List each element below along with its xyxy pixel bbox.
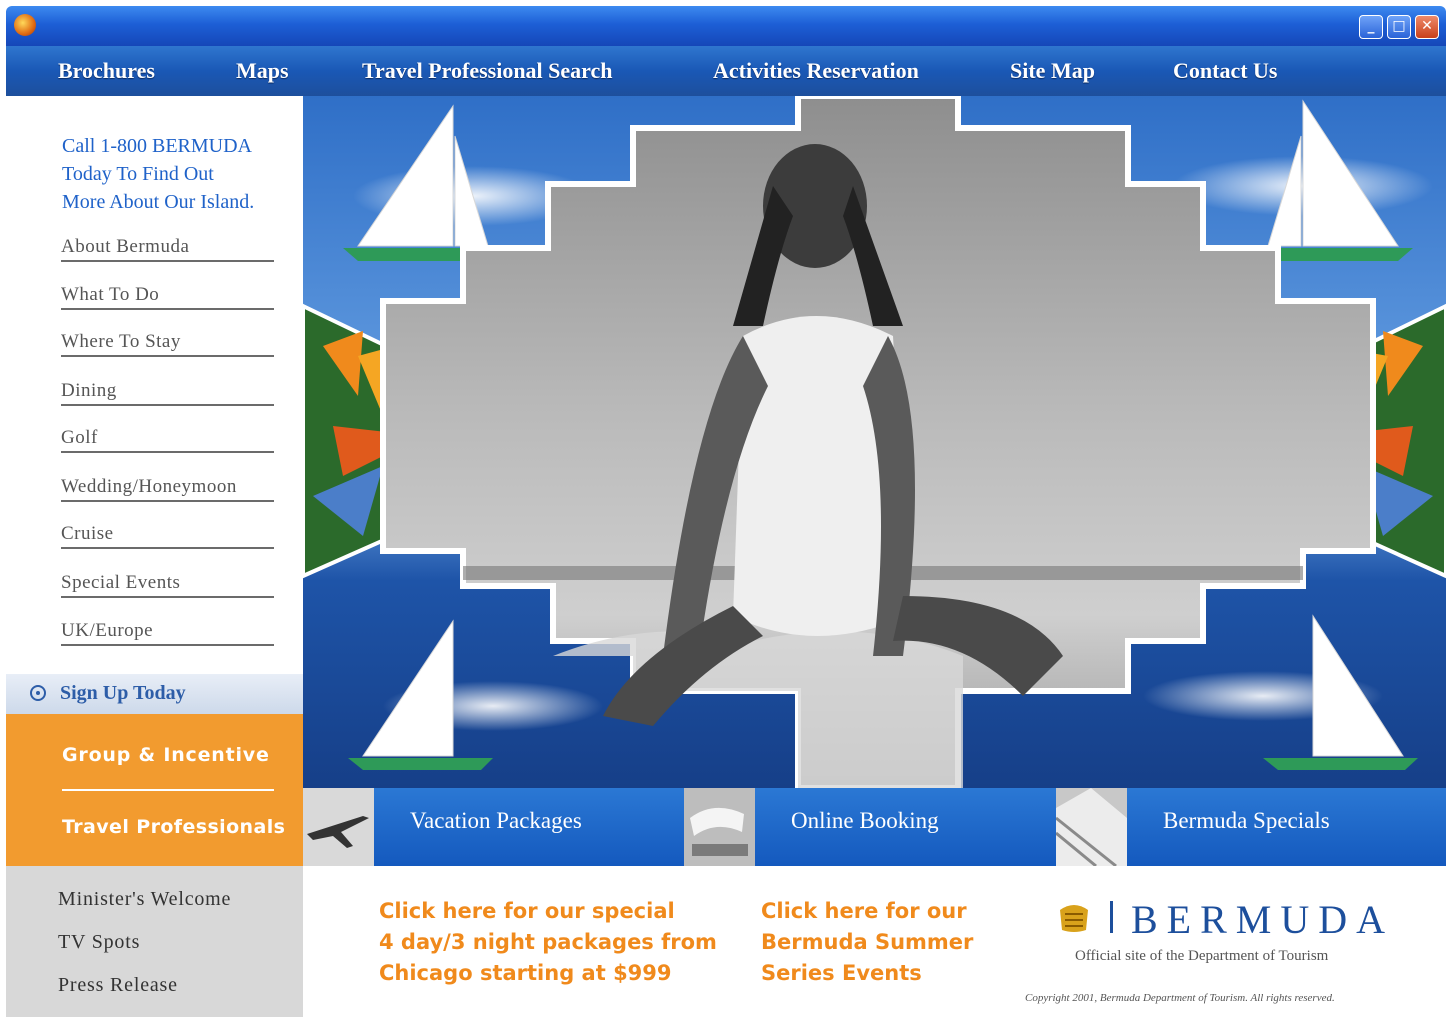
close-button[interactable]: ✕ <box>1415 15 1439 39</box>
sidebar: Call 1-800 BERMUDA Today To Find Out Mor… <box>6 96 303 1017</box>
ministers-welcome-link[interactable]: Minister's Welcome <box>58 888 231 911</box>
bermuda-crest-icon <box>1060 905 1088 932</box>
promo-label: Online Booking <box>791 808 939 833</box>
sidebar-link-what-to-do[interactable]: What To Do <box>61 284 274 310</box>
travel-professionals-link[interactable]: Travel Professionals <box>62 816 285 838</box>
sidebar-link-uk-europe[interactable]: UK/Europe <box>61 620 274 646</box>
bottom-section: Click here for our special 4 day/3 night… <box>303 866 1446 1017</box>
professional-links-panel: Group & Incentive Travel Professionals <box>6 714 303 866</box>
sidebar-link-dining[interactable]: Dining <box>61 380 274 406</box>
group-incentive-link[interactable]: Group & Incentive <box>62 744 270 766</box>
offer-line: Chicago starting at $999 <box>379 961 672 985</box>
browser-app-icon <box>14 14 36 36</box>
promo-bermuda-specials[interactable]: Bermuda Specials <box>1055 788 1446 868</box>
offer-special-packages-link[interactable]: Click here for our special 4 day/3 night… <box>379 896 717 989</box>
minimize-icon: _ <box>1367 18 1375 34</box>
copyright-text: Copyright 2001, Bermuda Department of To… <box>1025 992 1335 1004</box>
keyboard-hand-icon <box>684 788 755 866</box>
promo-bar: Vacation Packages Online Booking Bermuda… <box>303 788 1446 868</box>
cottage-roof-icon <box>1055 788 1127 868</box>
top-nav: Brochures Maps Travel Professional Searc… <box>6 46 1446 96</box>
sidebar-link-about-bermuda[interactable]: About Bermuda <box>61 236 274 262</box>
nav-site-map[interactable]: Site Map <box>1010 58 1095 84</box>
nav-maps[interactable]: Maps <box>236 58 289 84</box>
offer-summer-series-link[interactable]: Click here for our Bermuda Summer Series… <box>761 896 973 989</box>
promo-label: Bermuda Specials <box>1163 808 1330 833</box>
divider <box>62 789 274 791</box>
hero-collage <box>303 96 1446 788</box>
minimize-button[interactable]: _ <box>1359 15 1383 39</box>
nav-travel-professional-search[interactable]: Travel Professional Search <box>362 58 613 84</box>
maximize-button[interactable]: □ <box>1387 15 1411 39</box>
brand-divider <box>1110 901 1113 933</box>
promo-label: Vacation Packages <box>410 808 582 833</box>
offer-line: Series Events <box>761 961 922 985</box>
offer-line: Click here for our special <box>379 899 675 923</box>
tv-spots-link[interactable]: TV Spots <box>58 931 140 954</box>
offer-line: Click here for our <box>761 899 967 923</box>
brand-subtitle: Official site of the Department of Touri… <box>1075 948 1329 964</box>
call-to-action-text: Call 1-800 BERMUDA Today To Find Out Mor… <box>62 132 292 216</box>
call-line: Today To Find Out <box>62 163 214 185</box>
sidebar-link-where-to-stay[interactable]: Where To Stay <box>61 331 274 357</box>
promo-vacation-packages[interactable]: Vacation Packages <box>303 788 684 866</box>
bermuda-logo-text: BERMUDA <box>1131 897 1395 942</box>
press-release-link[interactable]: Press Release <box>58 974 178 997</box>
airplane-icon <box>303 788 374 866</box>
offer-line: 4 day/3 night packages from <box>379 930 717 954</box>
promo-online-booking[interactable]: Online Booking <box>684 788 1056 866</box>
sidebar-link-special-events[interactable]: Special Events <box>61 572 274 598</box>
hero-image <box>303 96 1446 788</box>
offer-line: Bermuda Summer <box>761 930 974 954</box>
sidebar-link-wedding-honeymoon[interactable]: Wedding/Honeymoon <box>61 476 274 502</box>
sign-up-label: Sign Up Today <box>60 682 186 704</box>
nav-brochures[interactable]: Brochures <box>58 58 155 84</box>
maximize-icon: □ <box>1392 18 1406 34</box>
press-links-panel: Minister's Welcome TV Spots Press Releas… <box>6 866 303 1017</box>
call-line: Call 1-800 BERMUDA <box>62 135 252 157</box>
nav-activities-reservation[interactable]: Activities Reservation <box>713 58 919 84</box>
sidebar-link-cruise[interactable]: Cruise <box>61 523 274 549</box>
close-icon: ✕ <box>1421 18 1433 34</box>
window-titlebar: _ □ ✕ <box>6 6 1446 46</box>
nav-contact-us[interactable]: Contact Us <box>1173 58 1278 84</box>
call-line: More About Our Island. <box>62 191 255 213</box>
sidebar-link-golf[interactable]: Golf <box>61 427 274 453</box>
sign-up-button[interactable]: Sign Up Today <box>6 674 303 714</box>
radio-circle-icon <box>30 685 46 701</box>
